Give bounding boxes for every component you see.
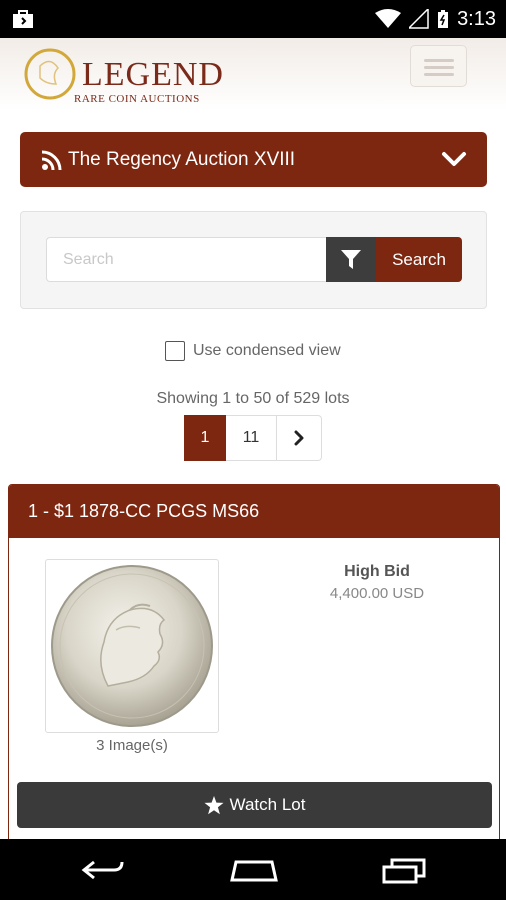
home-icon[interactable] [230,858,278,882]
auction-selector[interactable]: The Regency Auction XVIII [20,132,487,187]
coin-image [51,565,213,727]
signal-icon [409,9,429,29]
status-time: 3:13 [457,7,496,30]
logo-tagline: RARE COIN AUCTIONS [74,93,200,105]
shopping-bag-icon [13,10,33,28]
condensed-view-checkbox[interactable] [165,341,185,361]
header: LEGEND RARE COIN AUCTIONS [0,38,506,110]
condensed-view-label: Use condensed view [193,342,341,359]
search-input[interactable] [46,237,326,282]
high-bid-label: High Bid [344,563,410,580]
app-screen: LEGEND RARE COIN AUCTIONS The Regency Au… [0,38,506,839]
condensed-view-option[interactable]: Use condensed view [165,341,341,361]
lot-card: 1 - $1 1878-CC PCGS MS66 3 Image(s) High… [8,484,500,839]
image-count[interactable]: 3 Image(s) [45,737,219,754]
filter-icon [341,250,361,269]
back-icon[interactable] [80,858,126,882]
pagination: 1 11 [184,415,322,461]
navigation-bar [0,839,506,900]
high-bid-value: 4,400.00 USD [329,585,425,602]
watch-lot-label: Watch Lot [229,795,306,814]
filter-button[interactable] [326,237,376,282]
lot-title[interactable]: 1 - $1 1878-CC PCGS MS66 [9,485,499,538]
legend-logo[interactable]: LEGEND RARE COIN AUCTIONS [22,42,224,108]
coin-logo-icon [24,48,76,100]
wifi-icon [375,9,402,28]
battery-icon [438,10,449,28]
watch-lot-button[interactable]: Watch Lot [17,782,492,828]
chevron-right-icon [294,430,304,446]
lot-image-thumbnail[interactable] [45,559,219,733]
page-link-11[interactable]: 11 [226,415,277,461]
page-link-1[interactable]: 1 [184,415,226,461]
logo-wordmark: LEGEND [82,56,224,93]
next-page-button[interactable] [277,415,322,461]
star-icon [204,795,224,814]
results-summary: Showing 1 to 50 of 529 lots [156,390,350,407]
menu-toggle-button[interactable] [410,45,467,87]
search-button[interactable]: Search [376,237,462,282]
status-bar: 3:13 [0,0,506,38]
chevron-down-icon [442,152,466,166]
search-panel: Search [20,211,487,309]
auction-title: The Regency Auction XVIII [68,148,296,170]
rss-icon [41,150,62,170]
recent-apps-icon[interactable] [380,858,428,884]
